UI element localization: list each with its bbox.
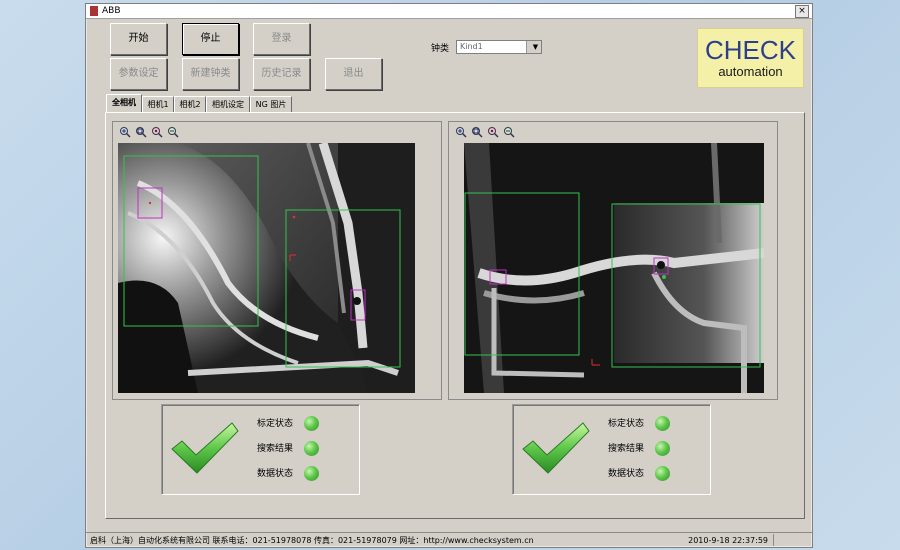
status-label-calibration: 标定状态	[608, 419, 645, 429]
zoom-in-icon[interactable]	[119, 126, 131, 138]
logo-line1: CHECK	[704, 35, 796, 65]
stop-button[interactable]: 停止	[182, 23, 239, 55]
chevron-down-icon[interactable]: ▼	[526, 41, 541, 53]
status-bar: 启科（上海）自动化系统有限公司 联系电话：021-51978078 传真：021…	[86, 532, 812, 548]
params-button[interactable]: 参数设定	[110, 58, 167, 90]
tab-camera-settings[interactable]: 相机设定	[206, 96, 250, 113]
camera-view-1	[118, 143, 415, 393]
status-label-search-result: 搜索结果	[257, 444, 294, 454]
check-automation-logo: CHECK automation	[697, 28, 804, 88]
exit-button[interactable]: 退出	[325, 58, 382, 90]
datetime: 2010-9-18 22:37:59	[688, 536, 768, 545]
status-label-search-result: 搜索结果	[608, 444, 645, 454]
status-indicator-search-result	[655, 441, 670, 456]
main-window: ABB × 开始 停止 登录 参数设定 新建钟类 历史记录 退出 钟类 Kind…	[85, 3, 813, 548]
zoom-actual-icon[interactable]	[151, 126, 163, 138]
history-button[interactable]: 历史记录	[253, 58, 310, 90]
status-label-data: 数据状态	[608, 469, 645, 479]
camera-view-2	[464, 143, 764, 393]
zoom-out-icon[interactable]	[167, 126, 179, 138]
zoom-fit-icon[interactable]	[471, 126, 483, 138]
checkmark-icon	[171, 422, 239, 474]
tab-all-cameras[interactable]: 全相机	[106, 94, 142, 113]
title-bar: ABB ×	[86, 4, 812, 19]
camera-panel-2	[448, 121, 778, 400]
login-button[interactable]: 登录	[253, 23, 310, 55]
new-type-button[interactable]: 新建钟类	[182, 58, 239, 90]
type-select-label: 钟类	[431, 44, 450, 54]
status-indicator-calibration	[655, 416, 670, 431]
zoom-in-icon[interactable]	[455, 126, 467, 138]
status-indicator-search-result	[304, 441, 319, 456]
status-label-data: 数据状态	[257, 469, 294, 479]
camera-image-1[interactable]	[118, 143, 415, 393]
camera-panel-1	[112, 121, 442, 400]
company-info: 启科（上海）自动化系统有限公司 联系电话：021-51978078 传真：021…	[90, 536, 534, 545]
checkmark-icon	[522, 422, 590, 474]
status-indicator-data	[304, 466, 319, 481]
type-select-value: Kind1	[460, 42, 483, 51]
logo-line2: automation	[718, 64, 783, 79]
type-select[interactable]: Kind1 ▼	[456, 40, 542, 54]
status-indicator-calibration	[304, 416, 319, 431]
start-button[interactable]: 开始	[110, 23, 167, 55]
window-title: ABB	[102, 6, 121, 16]
tab-content: 标定状态 搜索结果 数据状态 标定状态 搜索结果 数据状态	[105, 112, 805, 519]
zoom-fit-icon[interactable]	[135, 126, 147, 138]
status-indicator-data	[655, 466, 670, 481]
close-button[interactable]: ×	[795, 5, 809, 18]
tab-ng-images[interactable]: NG 图片	[250, 96, 292, 113]
zoom-actual-icon[interactable]	[487, 126, 499, 138]
status-panel-1: 标定状态 搜索结果 数据状态	[161, 404, 360, 495]
status-label-calibration: 标定状态	[257, 419, 294, 429]
status-bar-cell	[773, 534, 812, 546]
status-panel-2: 标定状态 搜索结果 数据状态	[512, 404, 711, 495]
camera-image-2[interactable]	[464, 143, 764, 393]
tab-camera-1[interactable]: 相机1	[142, 96, 174, 113]
app-icon	[90, 6, 98, 16]
tab-camera-2[interactable]: 相机2	[174, 96, 206, 113]
zoom-out-icon[interactable]	[503, 126, 515, 138]
